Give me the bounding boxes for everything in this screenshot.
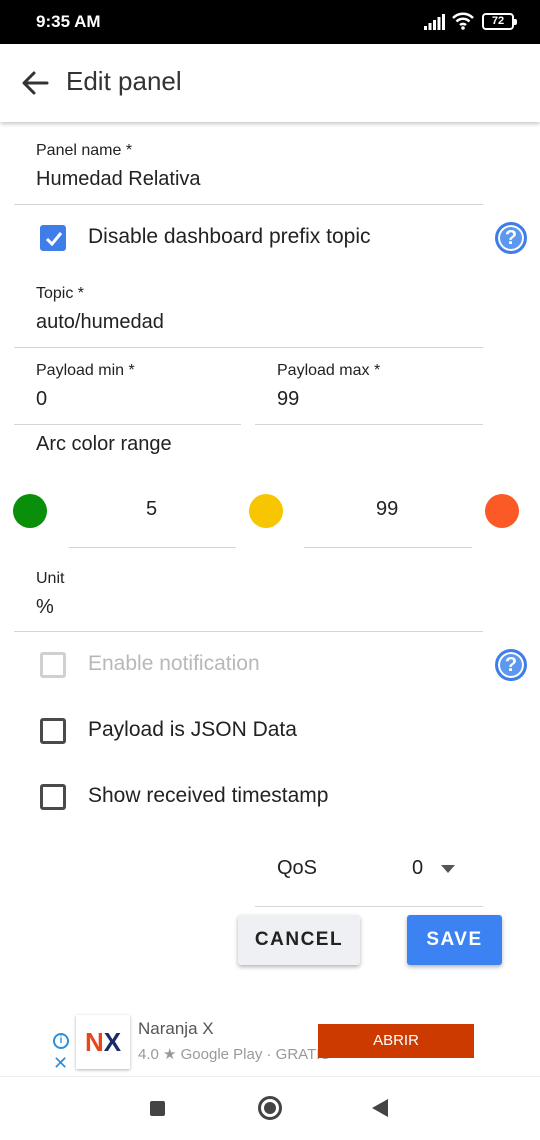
save-button[interactable]: SAVE xyxy=(407,915,502,965)
recents-icon[interactable] xyxy=(150,1101,165,1116)
payload-min-field[interactable]: Payload min * 0 xyxy=(14,350,241,425)
help-icon[interactable]: ? xyxy=(495,222,527,254)
unit-value: % xyxy=(36,596,54,618)
payload-min-label: Payload min * xyxy=(36,362,135,379)
payload-max-value: 99 xyxy=(277,388,300,410)
color-dot-yellow[interactable] xyxy=(249,494,283,528)
payload-json-row[interactable]: Payload is JSON Data xyxy=(40,718,340,748)
enable-notification-label: Enable notification xyxy=(88,652,260,675)
payload-max-label: Payload max * xyxy=(277,362,381,379)
unit-label: Unit xyxy=(36,570,65,587)
enable-notification-row: Enable notification xyxy=(40,652,340,682)
cancel-button[interactable]: CANCEL xyxy=(238,915,360,965)
show-timestamp-label: Show received timestamp xyxy=(88,784,329,807)
payload-json-label: Payload is JSON Data xyxy=(88,718,297,741)
ad-subtitle: 4.0 ★ Google Play · GRATIS xyxy=(138,1046,331,1063)
ad-title: Naranja X xyxy=(138,1019,214,1038)
status-time: 9:35 AM xyxy=(36,12,101,31)
show-timestamp-checkbox[interactable] xyxy=(40,784,66,810)
page-title: Edit panel xyxy=(66,66,182,96)
qos-value: 0 xyxy=(412,857,424,879)
color-dot-orange[interactable] xyxy=(485,494,519,528)
color-dot-green[interactable] xyxy=(13,494,47,528)
wifi-icon xyxy=(452,12,474,30)
disable-prefix-row[interactable]: Disable dashboard prefix topic xyxy=(40,225,400,255)
disable-prefix-label: Disable dashboard prefix topic xyxy=(88,225,371,248)
payload-json-checkbox[interactable] xyxy=(40,718,66,744)
panel-name-field[interactable]: Panel name * Humedad Relativa xyxy=(14,126,483,205)
panel-name-value: Humedad Relativa xyxy=(36,168,201,190)
ad-open-button[interactable]: ABRIR xyxy=(318,1024,474,1058)
qos-select[interactable]: QoS 0 xyxy=(255,840,483,907)
topic-label: Topic * xyxy=(36,285,85,302)
back-icon[interactable] xyxy=(372,1099,388,1117)
battery-icon: 72 xyxy=(482,13,517,30)
signal-icon xyxy=(424,14,445,30)
show-timestamp-row[interactable]: Show received timestamp xyxy=(40,784,360,814)
ad-logo: NX xyxy=(76,1015,130,1069)
panel-name-label: Panel name * xyxy=(36,142,133,159)
arc-color-range-label: Arc color range xyxy=(36,433,172,455)
back-arrow-icon[interactable] xyxy=(20,68,50,98)
system-nav-bar xyxy=(0,1076,540,1140)
topic-field[interactable]: Topic * auto/humedad xyxy=(14,270,483,348)
enable-notification-checkbox xyxy=(40,652,66,678)
app-bar: Edit panel xyxy=(0,44,540,122)
payload-min-value: 0 xyxy=(36,388,48,410)
disable-prefix-checkbox[interactable] xyxy=(40,225,66,251)
home-icon[interactable] xyxy=(258,1096,282,1120)
ad-banner[interactable]: i ✕ NX Naranja X 4.0 ★ Google Play · GRA… xyxy=(0,1005,540,1077)
arc-range-value-1: 5 xyxy=(146,498,158,520)
help-icon[interactable]: ? xyxy=(495,649,527,681)
arc-range-value-2-field[interactable]: 99 xyxy=(304,485,472,548)
ad-logo-n: N xyxy=(84,1027,104,1057)
topic-value: auto/humedad xyxy=(36,311,164,333)
dropdown-arrow-icon xyxy=(441,865,455,873)
ad-info-icon[interactable]: i xyxy=(53,1033,69,1049)
unit-field[interactable]: Unit % xyxy=(14,556,483,632)
ad-close-icon[interactable]: ✕ xyxy=(53,1053,68,1074)
payload-max-field[interactable]: Payload max * 99 xyxy=(255,350,483,425)
status-bar: 9:35 AM 72 xyxy=(0,0,540,44)
arc-range-value-1-field[interactable]: 5 xyxy=(69,485,236,548)
qos-label: QoS xyxy=(277,857,318,879)
ad-logo-x: X xyxy=(103,1027,122,1057)
arc-range-value-2: 99 xyxy=(376,498,399,520)
